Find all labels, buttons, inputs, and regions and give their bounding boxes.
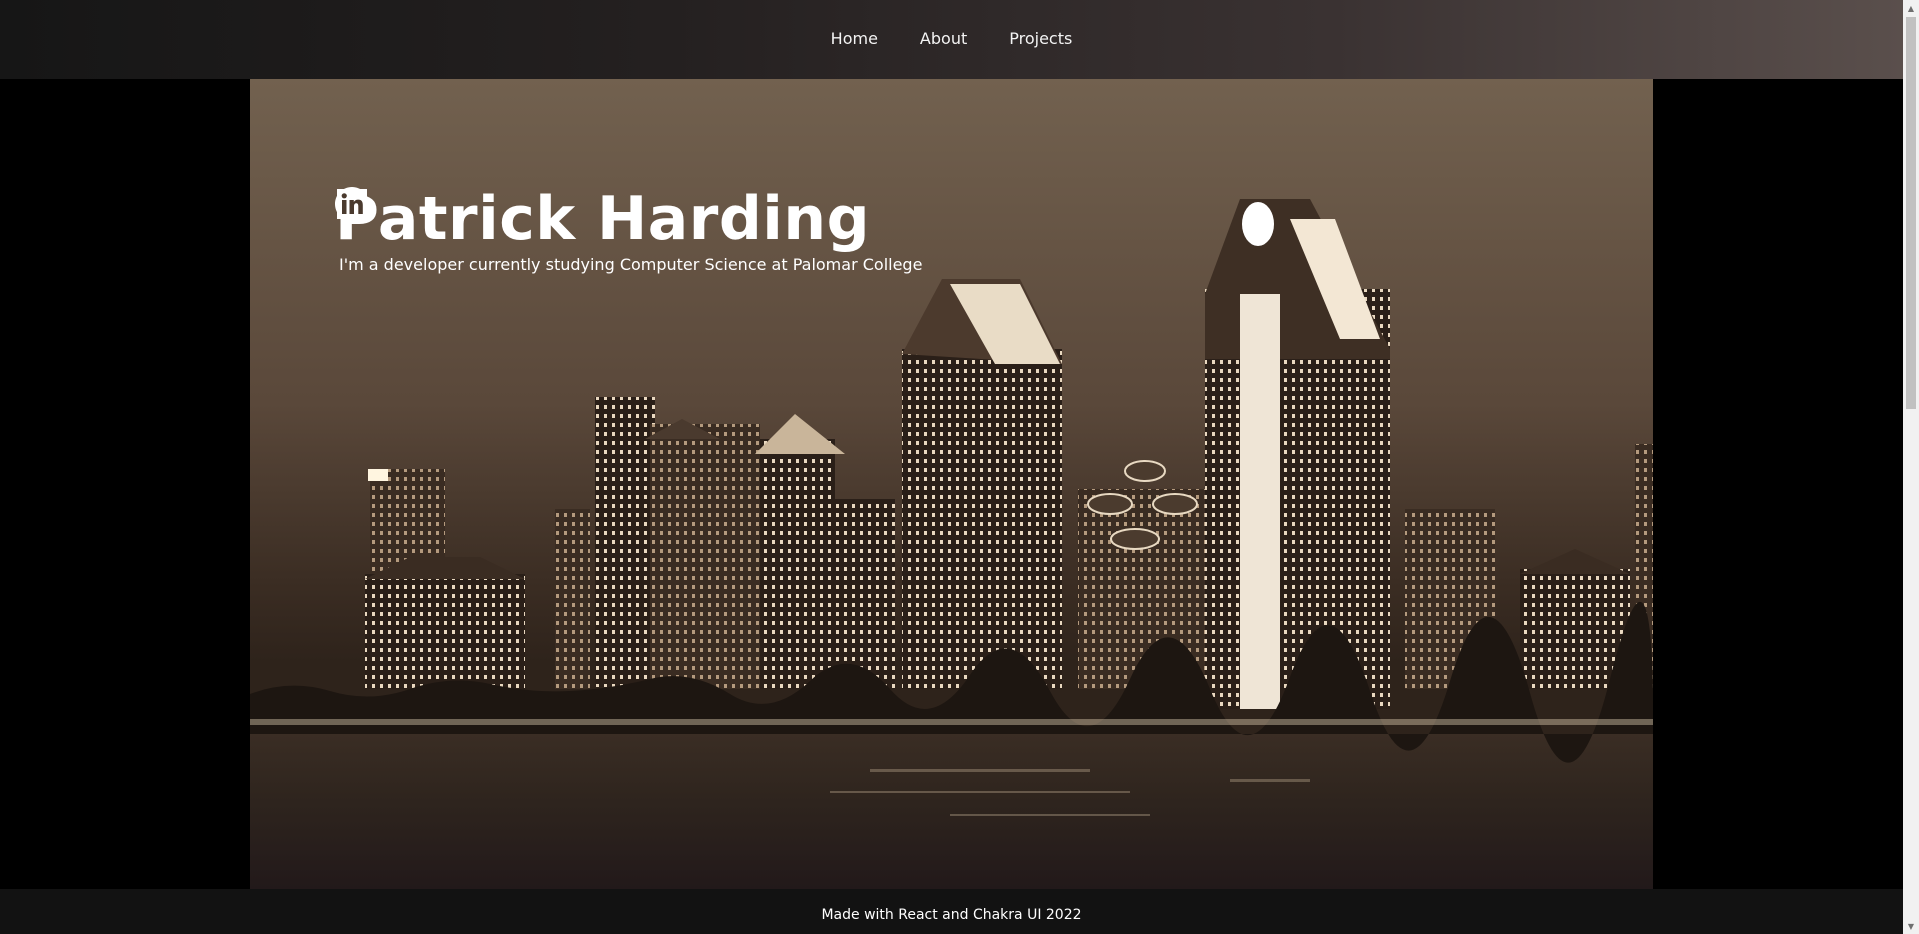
scroll-down-arrow-icon[interactable]: ▼ (1903, 918, 1919, 934)
top-navigation: Home About Projects (0, 0, 1903, 79)
hero-banner: Patrick Harding I'm a developer currentl… (250, 79, 1653, 889)
linkedin-icon (337, 189, 367, 219)
hero-subtitle: I'm a developer currently studying Compu… (339, 255, 923, 274)
social-links (335, 187, 922, 323)
page: Home About Projects Patrick Harding I'm … (0, 0, 1919, 934)
site-footer: Made with React and Chakra UI 2022 (0, 889, 1903, 934)
footer-credit-text: Made with React and Chakra UI 2022 (821, 906, 1082, 923)
linkedin-link[interactable] (337, 189, 422, 323)
vertical-scrollbar[interactable]: ▲ ▼ (1903, 0, 1919, 934)
nav-about-link[interactable]: About (920, 29, 967, 49)
nav-projects-link[interactable]: Projects (1009, 29, 1072, 49)
hero-name-heading: Patrick Harding (335, 184, 871, 254)
hero-content: Patrick Harding I'm a developer currentl… (335, 187, 922, 323)
github-link[interactable] (335, 187, 372, 323)
nav-home-link[interactable]: Home (831, 29, 878, 49)
scrollbar-thumb[interactable] (1906, 17, 1916, 409)
scroll-up-arrow-icon[interactable]: ▲ (1903, 0, 1919, 16)
